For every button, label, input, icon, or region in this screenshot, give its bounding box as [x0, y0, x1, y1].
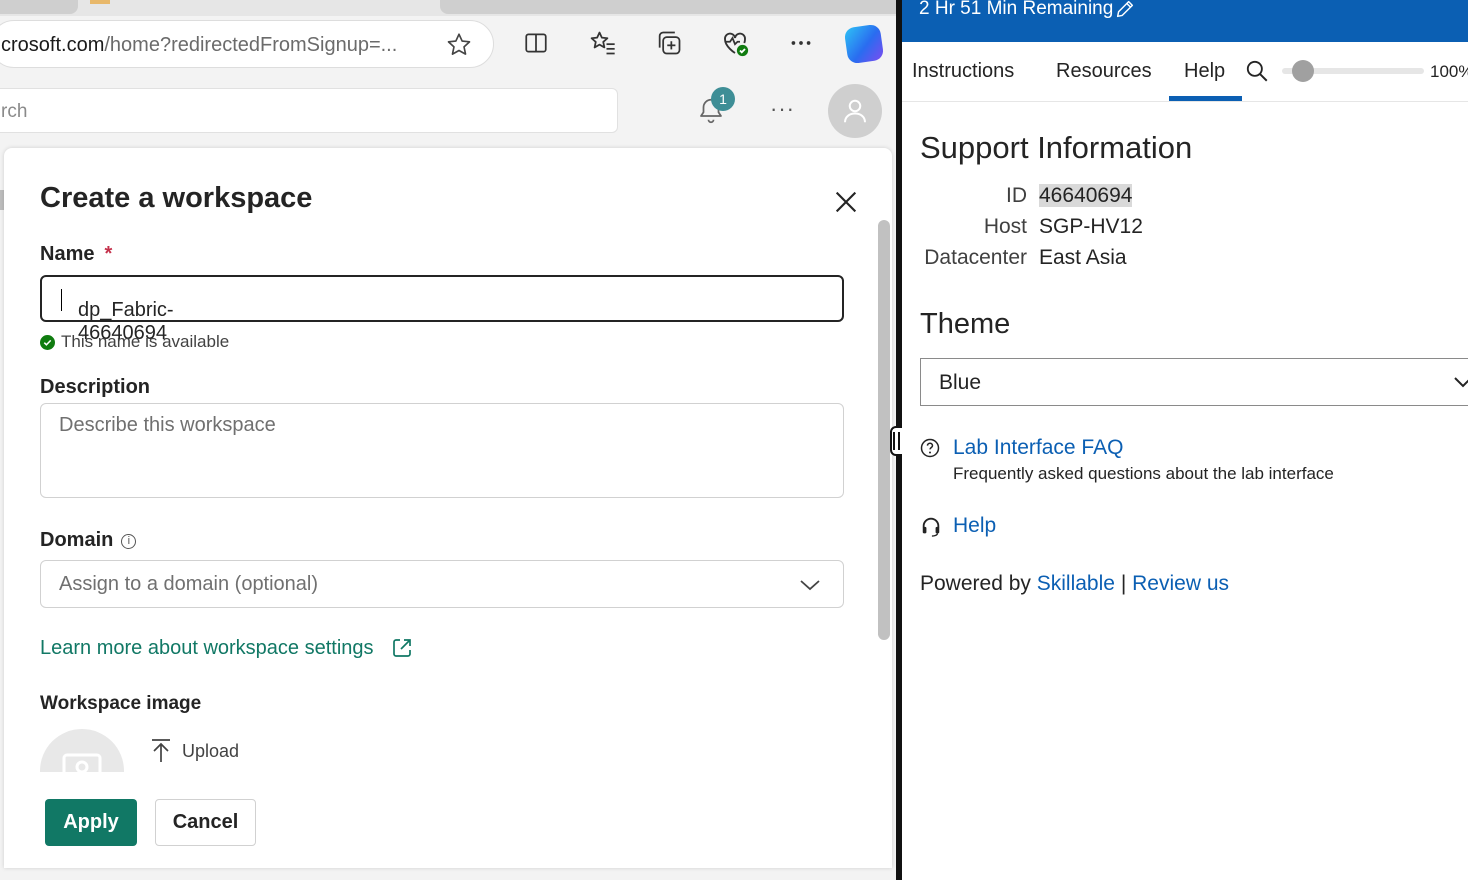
upload-arrow-icon [152, 739, 170, 762]
browser-window: crosoft.com/home?redirectedFromSignup=..… [0, 0, 896, 880]
description-label: Description [40, 376, 151, 398]
domain-label: Domain i [40, 529, 137, 552]
learn-more-link[interactable]: Learn more about workspace settings [40, 636, 414, 660]
dialog-footer [4, 772, 892, 868]
review-us-link[interactable]: Review us [1132, 572, 1229, 595]
zoom-value: 100% [1430, 62, 1468, 81]
required-asterisk: * [104, 243, 113, 265]
zoom-slider-handle[interactable] [1292, 60, 1314, 82]
apply-button[interactable]: Apply [45, 799, 137, 846]
dialog-scrollbar-thumb[interactable] [878, 220, 890, 640]
workspace-image-label: Workspace image [40, 693, 202, 714]
support-heading: Support Information [920, 130, 1193, 165]
lab-interface-faq-link[interactable]: Lab Interface FAQ [953, 436, 1123, 460]
tab-favicon [90, 0, 110, 4]
split-screen-icon[interactable] [521, 28, 551, 58]
zoom-search-icon [1244, 58, 1270, 89]
check-circle-icon [40, 334, 55, 350]
theme-heading: Theme [920, 308, 1011, 340]
notification-count-badge: 1 [711, 87, 735, 111]
tab-instructions[interactable]: Instructions [912, 60, 1014, 83]
help-link[interactable]: Help [953, 514, 996, 538]
active-tab-indicator [1169, 96, 1242, 101]
description-textarea[interactable]: Describe this workspace [40, 403, 844, 498]
support-id-key: ID [1006, 184, 1027, 207]
support-host-value: SGP-HV12 [1039, 215, 1143, 238]
favorites-icon[interactable] [588, 28, 618, 58]
support-datacenter-value: East Asia [1039, 246, 1127, 269]
question-circle-icon [920, 438, 940, 463]
workspace-name-input[interactable]: dp_Fabric-46640694 [40, 275, 844, 344]
address-bar[interactable]: crosoft.com/home?redirectedFromSignup=..… [0, 20, 494, 68]
chevron-down-icon [1454, 377, 1468, 388]
collections-icon[interactable] [654, 28, 684, 58]
dialog-title: Create a workspace [40, 182, 313, 214]
favorite-star-icon[interactable] [445, 31, 473, 64]
support-id-value[interactable]: 46640694 [1039, 184, 1133, 208]
cancel-button[interactable]: Cancel [155, 799, 256, 846]
theme-select[interactable]: Blue [920, 358, 1468, 406]
upload-button[interactable]: Upload [150, 738, 239, 764]
more-options-button[interactable]: ··· [770, 96, 795, 122]
name-label: Name * [40, 243, 113, 265]
browser-tab[interactable] [0, 0, 78, 14]
search-input[interactable]: rch [0, 88, 618, 133]
info-icon[interactable]: i [121, 533, 137, 549]
external-link-icon [392, 639, 411, 657]
person-icon [844, 99, 866, 123]
browser-essentials-icon[interactable] [720, 28, 750, 58]
lab-panel: 2 Hr 51 Min Remaining Instructions Resou… [902, 0, 1468, 880]
time-remaining: 2 Hr 51 Min Remaining [919, 0, 1114, 19]
browser-tab[interactable] [440, 0, 896, 14]
tab-resources[interactable]: Resources [1056, 60, 1152, 83]
account-avatar[interactable] [828, 84, 882, 138]
close-icon[interactable] [830, 186, 862, 218]
tab-strip [0, 0, 896, 16]
availability-message: This name is available [40, 332, 229, 352]
tab-help[interactable]: Help [1184, 60, 1225, 83]
copilot-icon[interactable] [843, 23, 885, 65]
domain-dropdown[interactable]: Assign to a domain (optional) [40, 560, 844, 608]
headset-icon [920, 515, 942, 542]
chevron-down-icon [800, 580, 820, 591]
url-text: crosoft.com/home?redirectedFromSignup=..… [1, 34, 398, 56]
create-workspace-dialog: Create a workspace Name * dp_Fabric-46640… [4, 148, 892, 868]
edit-pencil-icon[interactable] [1114, 0, 1136, 20]
skillable-link[interactable]: Skillable [1037, 572, 1115, 595]
settings-more-icon[interactable] [786, 28, 816, 58]
faq-description: Frequently asked questions about the lab… [953, 464, 1334, 483]
powered-by-line: Powered by Skillable | Review us [920, 572, 1229, 595]
support-datacenter-key: Datacenter [924, 246, 1027, 269]
text-cursor [61, 288, 62, 311]
lab-header: 2 Hr 51 Min Remaining [902, 0, 1468, 42]
support-host-key: Host [983, 215, 1027, 238]
